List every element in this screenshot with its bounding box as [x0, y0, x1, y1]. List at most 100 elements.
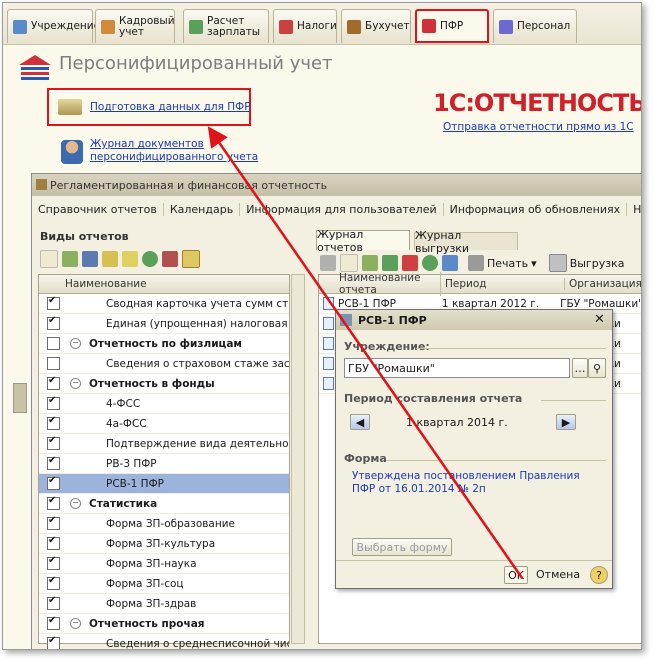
tree-row-label: Сведения о страховом стаже зас... — [106, 357, 289, 370]
tree-row-checkbox[interactable] — [47, 375, 60, 390]
menu-calendar[interactable]: Календарь — [164, 202, 241, 216]
tree-row-checkbox[interactable] — [47, 575, 60, 590]
filter-icon[interactable] — [320, 255, 336, 271]
tree-row-checkbox[interactable] — [47, 337, 60, 350]
tab-payroll[interactable]: Расчет зарплаты — [183, 9, 269, 43]
tree-row-checkbox[interactable] — [47, 495, 60, 510]
tab-accounting[interactable]: Бухучет — [341, 9, 411, 43]
period-next-button[interactable]: ▶ — [556, 414, 576, 430]
onec-send-link[interactable]: Отправка отчетности прямо из 1С — [443, 121, 634, 133]
tree-row[interactable]: 4а-ФСС — [39, 414, 289, 434]
tree-row[interactable]: 4-ФСС — [39, 394, 289, 414]
tab-reports-journal[interactable]: Журнал отчетов — [316, 228, 410, 254]
help-button[interactable]: ? — [590, 566, 608, 584]
search-icon: ⚲ — [592, 361, 602, 375]
tree-icon[interactable] — [122, 251, 138, 267]
tree-row-checkbox[interactable] — [47, 455, 60, 470]
tree-row[interactable]: Форма ЗП-соц — [39, 574, 289, 594]
report-types-tree: Наименование Сводная карточка учета сумм… — [38, 274, 290, 649]
tree-row[interactable]: −Отчетность в фонды — [39, 374, 289, 394]
tree-row-checkbox[interactable] — [47, 357, 60, 370]
view-icon[interactable] — [182, 250, 200, 268]
tree-row-checkbox[interactable] — [47, 595, 60, 610]
tree-row-checkbox[interactable] — [47, 615, 60, 630]
tree-row-checkbox[interactable] — [47, 435, 60, 450]
document-icon — [323, 377, 334, 390]
window-titlebar[interactable]: Регламентированная и финансовая отчетнос… — [32, 174, 641, 196]
new-icon[interactable] — [40, 250, 58, 268]
collapse-icon[interactable]: − — [70, 378, 81, 389]
copy-doc-icon[interactable] — [362, 255, 378, 271]
copy-icon[interactable] — [62, 251, 78, 267]
collapse-icon[interactable]: − — [70, 338, 81, 349]
tree-row[interactable]: РСВ-1 ПФР — [39, 474, 289, 494]
tab-pfr[interactable]: ПФР — [415, 9, 489, 43]
tree-row-checkbox[interactable] — [47, 555, 60, 570]
tree-row-checkbox[interactable] — [47, 395, 60, 410]
menu-reports-directory[interactable]: Справочник отчетов — [32, 202, 164, 216]
tab-hr[interactable]: Кадровый учет — [95, 9, 175, 43]
export-button[interactable]: Выгрузка — [548, 254, 624, 272]
prepare-data-link[interactable]: Подготовка данных для ПФР — [90, 101, 251, 113]
folder-icon[interactable] — [82, 251, 98, 267]
add-icon[interactable] — [340, 254, 358, 272]
tree-row[interactable]: Форма ЗП-здрав — [39, 594, 289, 614]
tab-personnel[interactable]: Персонал — [493, 9, 577, 43]
refresh-icon[interactable] — [142, 251, 158, 267]
org-search-button[interactable]: ⚲ — [588, 358, 606, 378]
tax-icon — [279, 19, 293, 34]
tab-export-journal[interactable]: Журнал выгрузки — [414, 229, 518, 255]
group-icon[interactable] — [102, 251, 118, 267]
tree-row[interactable]: Сведения о страховом стаже зас... — [39, 354, 289, 374]
tree-scrollbar[interactable] — [291, 274, 305, 644]
collapse-icon[interactable]: − — [70, 618, 81, 629]
collapse-icon[interactable]: − — [70, 498, 81, 509]
tree-row[interactable]: Форма ЗП-культура — [39, 534, 289, 554]
tree-row-checkbox[interactable] — [47, 635, 60, 649]
print-button[interactable]: Печать ▾ — [468, 255, 537, 271]
delete-icon[interactable] — [402, 255, 418, 271]
tree-row[interactable]: Сведения о среднесписочной чис... — [39, 634, 289, 649]
tree-row-checkbox[interactable] — [47, 535, 60, 550]
tree-row[interactable]: Сводная карточка учета сумм ст... — [39, 294, 289, 314]
tree-row[interactable]: Единая (упрощенная) налоговая ... — [39, 314, 289, 334]
tree-row-checkbox[interactable] — [47, 295, 60, 310]
tree-row[interactable]: РВ-3 ПФР — [39, 454, 289, 474]
menu-updates-info[interactable]: Информация об обновлениях — [444, 202, 628, 216]
rsv1-dialog: РСВ-1 ПФР ✕ Учреждение: ГБУ "Ромашки" … … — [335, 309, 613, 589]
menu-user-info[interactable]: Информация для пользователей — [240, 202, 444, 216]
choose-form-button[interactable]: Выбрать форму — [352, 538, 452, 556]
chart-icon[interactable] — [162, 251, 178, 267]
menu-settings[interactable]: Настройк — [627, 203, 641, 216]
org-choose-button[interactable]: … — [572, 358, 588, 378]
tree-row-label: Форма ЗП-здрав — [106, 597, 197, 610]
tree-row-label: Форма ЗП-культура — [106, 537, 216, 550]
tree-row[interactable]: Форма ЗП-наука — [39, 554, 289, 574]
period-prev-button[interactable]: ◀ — [350, 414, 370, 430]
tree-row[interactable]: Форма ЗП-образование — [39, 514, 289, 534]
tree-row[interactable]: −Отчетность прочая — [39, 614, 289, 634]
org-field[interactable]: ГБУ "Ромашки" — [344, 358, 570, 378]
cancel-button[interactable]: Отмена — [536, 568, 580, 581]
tab-institution[interactable]: Учреждение — [7, 9, 100, 43]
refresh-journal-icon[interactable] — [422, 255, 438, 271]
people-icon — [101, 19, 115, 34]
tree-row-checkbox[interactable] — [47, 515, 60, 530]
journal-link[interactable]: Журнал документов персонифицированного у… — [90, 138, 260, 164]
tree-row[interactable]: − Отчетность по физлицам — [39, 334, 289, 354]
close-icon[interactable]: ✕ — [594, 312, 605, 327]
tree-row-checkbox[interactable] — [47, 415, 60, 430]
period-value: 1 квартал 2014 г. — [406, 416, 508, 429]
ok-button[interactable]: OK — [504, 566, 528, 584]
tree-row-checkbox[interactable] — [47, 315, 60, 330]
main-app-frame: Учреждение Кадровый учет Расчет зарплаты… — [2, 2, 642, 650]
export-icon[interactable] — [442, 255, 458, 271]
org-label: Учреждение: — [344, 340, 430, 353]
journal-cell-period: 1 квартал 2012 г. — [441, 297, 540, 310]
tab-taxes[interactable]: Налоги — [273, 9, 337, 43]
tree-row[interactable]: −Статистика — [39, 494, 289, 514]
edit-icon[interactable] — [382, 255, 398, 271]
tree-row-checkbox[interactable] — [47, 475, 60, 490]
dialog-titlebar[interactable]: РСВ-1 ПФР — [336, 310, 612, 330]
tree-row[interactable]: Подтверждение вида деятельнос... — [39, 434, 289, 454]
